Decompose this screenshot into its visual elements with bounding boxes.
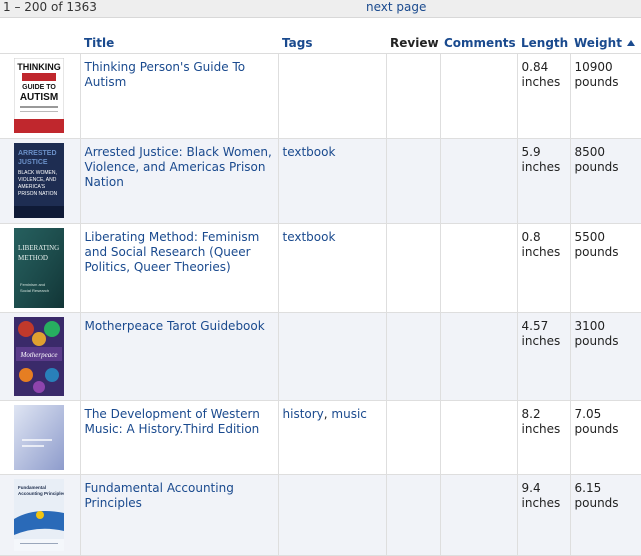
length-cell: 8.2 inches — [516, 400, 570, 475]
column-header-weight[interactable]: Weight — [570, 32, 641, 54]
table-row: Fundamental Accounting Principles Fundam… — [0, 474, 641, 556]
cover-cell — [0, 400, 80, 475]
svg-text:Fundamental: Fundamental — [18, 485, 46, 490]
tags-cell — [277, 312, 386, 401]
title-cell: The Development of Western Music: A Hist… — [79, 400, 278, 475]
column-header-comments[interactable]: Comments — [440, 32, 517, 54]
svg-text:JUSTICE: JUSTICE — [18, 159, 48, 166]
books-table: Title Tags Review Comments Length Weight… — [0, 32, 641, 556]
cover-cell: THINKING GUIDE TO AUTISM — [0, 53, 80, 139]
table-row: ARRESTED JUSTICE BLACK WOMEN, VIOLENCE, … — [0, 138, 641, 224]
column-header-length[interactable]: Length — [517, 32, 570, 54]
book-title-link[interactable]: Liberating Method: Feminism and Social R… — [85, 230, 260, 274]
comments-cell — [439, 138, 517, 224]
book-cover-image[interactable]: LIBERATING METHOD Feminism and Social Re… — [14, 228, 64, 312]
title-cell: Thinking Person's Guide To Autism — [79, 53, 278, 139]
title-cell: Fundamental Accounting Principles — [79, 474, 278, 556]
tags-cell: history, music — [277, 400, 386, 475]
sort-by-length-link[interactable]: Length — [521, 36, 568, 50]
svg-text:AMERICA'S: AMERICA'S — [18, 184, 46, 190]
result-range: 1 – 200 of 1363 — [3, 0, 97, 14]
column-header-title[interactable]: Title — [80, 32, 278, 54]
svg-text:LIBERATING: LIBERATING — [18, 244, 59, 252]
svg-text:AUTISM: AUTISM — [20, 92, 58, 103]
book-title-link[interactable]: Motherpeace Tarot Guidebook — [85, 319, 265, 333]
comments-cell — [439, 223, 517, 313]
tag-link[interactable]: textbook — [283, 145, 336, 159]
book-cover-image[interactable]: Motherpeace — [14, 317, 64, 400]
table-row: The Development of Western Music: A Hist… — [0, 400, 641, 475]
review-cell — [385, 312, 440, 401]
title-cell: Liberating Method: Feminism and Social R… — [79, 223, 278, 313]
svg-text:BLACK WOMEN,: BLACK WOMEN, — [18, 170, 57, 176]
length-cell: 5.9 inches — [516, 138, 570, 224]
table-row: THINKING GUIDE TO AUTISM Thinking Person… — [0, 53, 641, 139]
review-cell — [385, 223, 440, 313]
review-cell — [385, 138, 440, 224]
sort-by-comments-link[interactable]: Comments — [444, 36, 516, 50]
svg-text:Social Research: Social Research — [20, 288, 49, 293]
tags-cell: textbook — [277, 138, 386, 224]
cover-cell: LIBERATING METHOD Feminism and Social Re… — [0, 223, 80, 313]
column-header-review: Review — [386, 32, 440, 54]
svg-text:GUIDE TO: GUIDE TO — [22, 84, 56, 91]
cover-cell: Fundamental Accounting Principles — [0, 474, 80, 556]
length-cell: 4.57 inches — [516, 312, 570, 401]
sort-ascending-icon — [626, 39, 635, 46]
tag-link[interactable]: history — [283, 407, 324, 421]
book-title-link[interactable]: The Development of Western Music: A Hist… — [85, 407, 260, 436]
weight-cell: 6.15 pounds — [569, 474, 641, 556]
review-cell — [385, 474, 440, 556]
tags-cell — [277, 474, 386, 556]
tags-cell: textbook — [277, 223, 386, 313]
svg-text:METHOD: METHOD — [18, 254, 48, 262]
tag-link[interactable]: textbook — [283, 230, 336, 244]
review-cell — [385, 53, 440, 139]
sort-by-title-link[interactable]: Title — [84, 36, 114, 50]
review-cell — [385, 400, 440, 475]
title-cell: Arrested Justice: Black Women, Violence,… — [79, 138, 278, 224]
weight-cell: 3100 pounds — [569, 312, 641, 401]
weight-cell: 8500 pounds — [569, 138, 641, 224]
weight-cell: 7.05 pounds — [569, 400, 641, 475]
weight-cell: 10900 pounds — [569, 53, 641, 139]
comments-cell — [439, 474, 517, 556]
cover-cell: ARRESTED JUSTICE BLACK WOMEN, VIOLENCE, … — [0, 138, 80, 224]
next-page-link[interactable]: next page — [366, 0, 426, 15]
length-cell: 0.8 inches — [516, 223, 570, 313]
comments-cell — [439, 400, 517, 475]
column-header-cover — [0, 32, 80, 54]
cover-cell: Motherpeace — [0, 312, 80, 401]
svg-text:ARRESTED: ARRESTED — [18, 150, 57, 157]
svg-text:Accounting Principles: Accounting Principles — [18, 491, 64, 496]
table-row: Motherpeace Motherpeace Tarot Guidebook 4… — [0, 312, 641, 401]
tag-link[interactable]: music — [331, 407, 366, 421]
comments-cell — [439, 53, 517, 139]
book-cover-image[interactable]: Fundamental Accounting Principles — [14, 479, 64, 555]
column-header-tags[interactable]: Tags — [278, 32, 386, 54]
svg-text:PRISON NATION: PRISON NATION — [18, 191, 57, 197]
book-cover-image[interactable] — [14, 405, 64, 474]
book-title-link[interactable]: Arrested Justice: Black Women, Violence,… — [85, 145, 272, 189]
svg-text:VIOLENCE, AND: VIOLENCE, AND — [18, 177, 57, 183]
length-cell: 9.4 inches — [516, 474, 570, 556]
comments-cell — [439, 312, 517, 401]
tags-cell — [277, 53, 386, 139]
sort-by-tags-link[interactable]: Tags — [282, 36, 312, 50]
book-cover-image[interactable]: THINKING GUIDE TO AUTISM — [14, 58, 64, 137]
book-cover-image[interactable]: ARRESTED JUSTICE BLACK WOMEN, VIOLENCE, … — [14, 143, 64, 222]
title-cell: Motherpeace Tarot Guidebook — [79, 312, 278, 401]
svg-text:Feminism and: Feminism and — [20, 282, 45, 287]
table-header-row: Title Tags Review Comments Length Weight — [0, 32, 641, 54]
svg-text:Motherpeace: Motherpeace — [20, 351, 58, 359]
table-row: LIBERATING METHOD Feminism and Social Re… — [0, 223, 641, 313]
book-title-link[interactable]: Fundamental Accounting Principles — [85, 481, 234, 510]
weight-cell: 5500 pounds — [569, 223, 641, 313]
sort-by-weight-link[interactable]: Weight — [574, 36, 622, 50]
svg-text:THINKING: THINKING — [17, 62, 61, 72]
length-cell: 0.84 inches — [516, 53, 570, 139]
pager-bar: 1 – 200 of 1363 next page — [0, 0, 641, 18]
book-title-link[interactable]: Thinking Person's Guide To Autism — [85, 60, 246, 89]
